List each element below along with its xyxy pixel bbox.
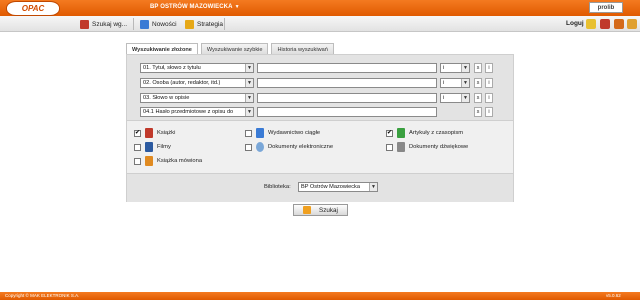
info-button-1[interactable]: i [485,63,493,73]
library-name: BP OSTRÓW MAZOWIECKA [150,4,233,10]
criteria-section: 01. Tytuł, słowo z tytułu ▼ i ▼ s i 02. Os… [127,55,513,121]
field-select-4-value: 04.1 Hasło przedmiotowe z opisu do [143,109,234,115]
operator-select-2-value: i [443,80,445,86]
chevron-down-icon: ▼ [245,64,253,72]
index-button-3[interactable]: s [474,93,482,103]
periodical-icon [256,128,264,138]
chevron-down-icon: ▼ [234,4,240,10]
login-link[interactable]: Loguj [566,20,584,27]
periodicals-checkbox[interactable] [245,129,252,137]
films-checkbox[interactable] [134,143,141,151]
material-type-films[interactable]: Filmy [134,142,171,152]
sound-checkbox[interactable] [386,143,393,151]
chevron-down-icon: ▼ [245,94,253,102]
books-checkbox[interactable]: ✔ [134,129,141,137]
info-button-3[interactable]: i [485,93,493,103]
search-term-input-4[interactable] [257,107,437,117]
help-icon[interactable] [627,19,637,29]
material-type-electronic[interactable]: Dokumenty elektroniczne [245,142,333,152]
toolbar-divider [133,18,134,30]
strategy-button[interactable]: Strategia [185,19,223,29]
library-filter-row: Biblioteka: BP Ostrów Mazowiecka ▼ [127,173,513,202]
strategy-icon [185,19,194,29]
periodicals-label: Wydawnictwo ciągłe [268,130,321,136]
chevron-down-icon: ▼ [245,108,253,116]
toolbar: Szukaj wg... Nowości Strategia Loguj [0,16,640,32]
search-by-button[interactable]: Szukaj wg... [80,19,127,29]
operator-select-1-value: i [443,65,445,71]
news-icon [140,19,149,29]
speaker-icon [397,142,405,152]
chevron-down-icon: ▼ [461,64,469,72]
search-button[interactable]: Szukaj [293,204,348,216]
electronic-checkbox[interactable] [245,143,252,151]
opac-logo[interactable]: OPAC [6,1,60,16]
audiobook-icon [145,156,153,166]
basket-icon[interactable] [600,19,610,29]
news-label: Nowości [152,20,177,28]
chevron-down-icon: ▼ [245,79,253,87]
articles-label: Artykuły z czasopism [409,130,464,136]
index-button-2[interactable]: s [474,78,482,88]
search-term-input-2[interactable] [257,78,437,88]
info-button-2[interactable]: i [485,78,493,88]
books-label: Książki [157,130,176,136]
operator-select-3[interactable]: i ▼ [440,93,470,103]
search-button-label: Szukaj [319,206,338,214]
material-type-periodicals[interactable]: Wydawnictwo ciągłe [245,128,320,138]
audiobook-label: Książka mówiona [157,158,203,164]
book-icon [145,128,153,138]
search-panel: 01. Tytuł, słowo z tytułu ▼ i ▼ s i 02. Os… [126,54,514,202]
prolib-logo: prolib [589,2,623,13]
strategy-label: Strategia [197,20,224,28]
films-label: Filmy [157,144,171,150]
field-select-2-value: 02. Osoba (autor, redaktor, itd.) [143,80,221,86]
cd-icon [256,142,264,152]
material-types: ✔ Książki Wydawnictwo ciągłe ✔ Artykuły … [127,122,513,172]
chevron-down-icon: ▼ [369,183,377,191]
search-icon [303,206,312,214]
field-select-4[interactable]: 04.1 Hasło przedmiotowe z opisu do ▼ [140,107,254,117]
version-text: v5.0.62 [606,293,621,298]
field-select-2[interactable]: 02. Osoba (autor, redaktor, itd.) ▼ [140,78,254,88]
news-button[interactable]: Nowości [140,19,177,29]
chevron-down-icon: ▼ [461,94,469,102]
search-by-label: Szukaj wg... [92,20,128,28]
material-type-articles[interactable]: ✔ Artykuły z czasopism [386,128,463,138]
chevron-down-icon: ▼ [461,79,469,87]
info-button-4[interactable]: i [485,107,493,117]
field-select-3-value: 03. Słowo w opisie [143,95,190,101]
field-select-3[interactable]: 03. Słowo w opisie ▼ [140,93,254,103]
field-select-1[interactable]: 01. Tytuł, słowo z tytułu ▼ [140,63,254,73]
search-term-input-3[interactable] [257,93,437,103]
material-type-books[interactable]: ✔ Książki [134,128,175,138]
library-selector[interactable]: BP OSTRÓW MAZOWIECKA ▼ [150,4,240,10]
footer: Copyright © MAK ELEKTRONIK S.A. v5.0.62 [0,292,640,300]
search-by-icon [80,19,89,29]
lock-icon[interactable] [586,19,596,29]
top-bar: OPAC BP OSTRÓW MAZOWIECKA ▼ prolib [0,0,640,16]
film-icon [145,142,153,152]
index-button-4[interactable]: s [474,107,482,117]
copyright-text: Copyright © MAK ELEKTRONIK S.A. [5,293,80,298]
operator-select-3-value: i [443,95,445,101]
index-button-1[interactable]: s [474,63,482,73]
library-filter-value: BP Ostrów Mazowiecka [301,184,360,190]
articles-checkbox[interactable]: ✔ [386,129,393,137]
electronic-label: Dokumenty elektroniczne [268,144,334,150]
sound-label: Dokumenty dźwiękowe [409,144,469,150]
toolbar-divider [224,18,225,30]
library-filter-select[interactable]: BP Ostrów Mazowiecka ▼ [298,182,378,192]
field-select-1-value: 01. Tytuł, słowo z tytułu [143,65,201,71]
article-icon [397,128,405,138]
edit-icon[interactable] [614,19,624,29]
material-type-audiobook[interactable]: Książka mówiona [134,156,202,166]
search-term-input-1[interactable] [257,63,437,73]
operator-select-1[interactable]: i ▼ [440,63,470,73]
audiobook-checkbox[interactable] [134,157,141,165]
material-type-sound[interactable]: Dokumenty dźwiękowe [386,142,468,152]
library-filter-label: Biblioteka: [264,184,291,190]
operator-select-2[interactable]: i ▼ [440,78,470,88]
